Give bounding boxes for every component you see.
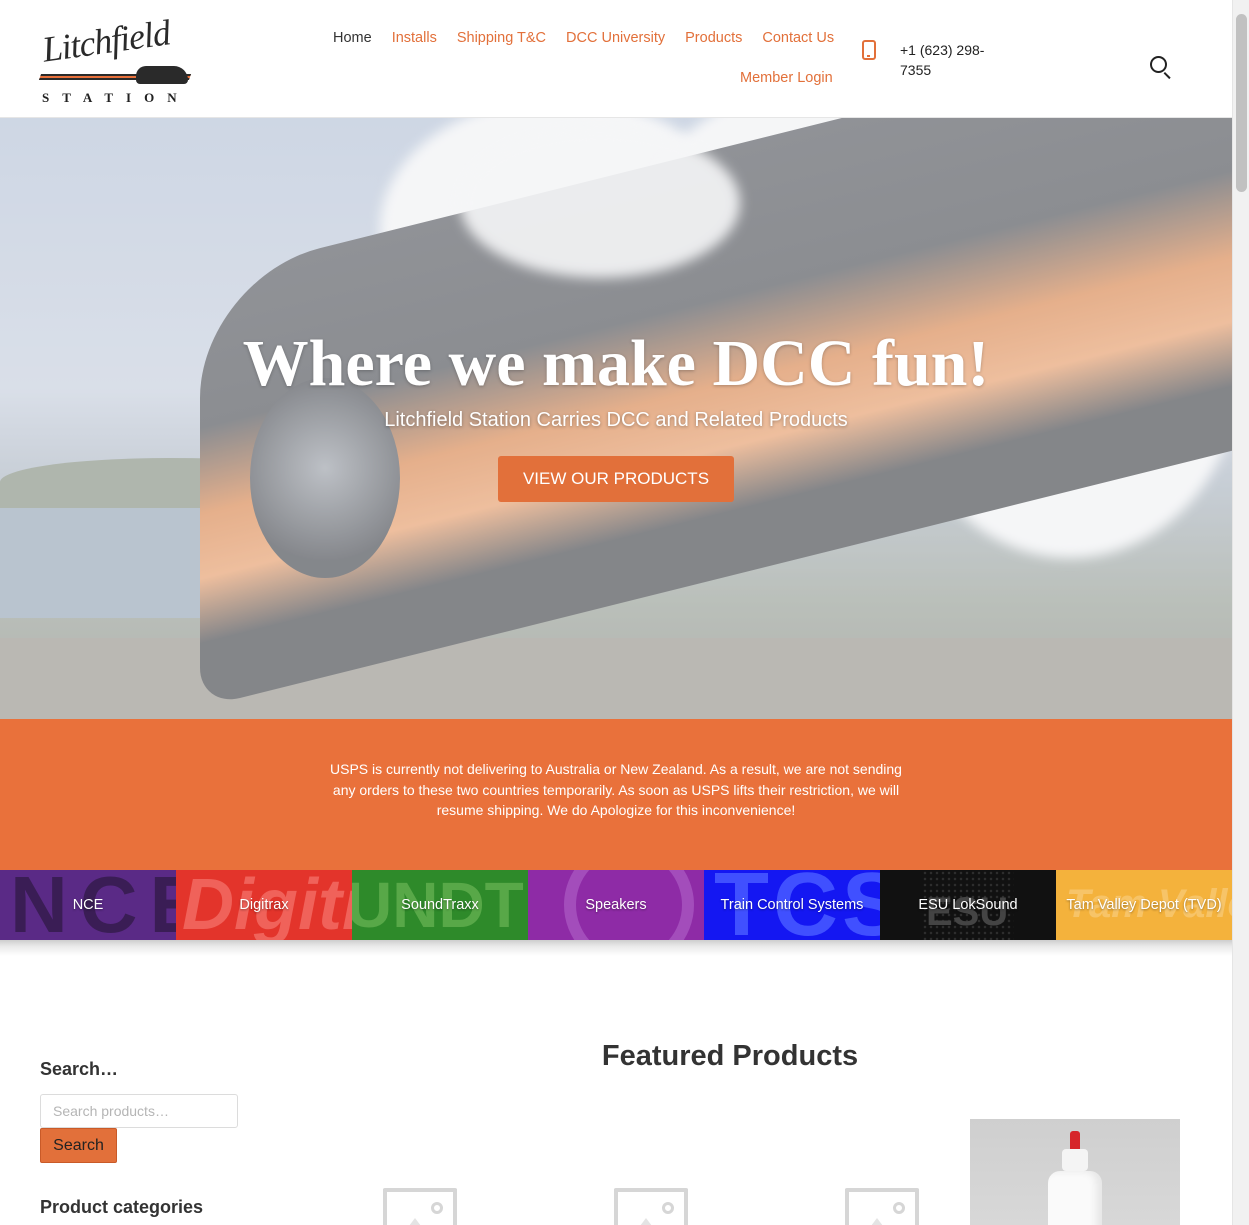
brand-tile-speakers[interactable]: Speakers [528, 870, 704, 940]
brand-tiles: NCE NCE Digitrax Digitrax UNDTRAX SoundT… [0, 870, 1232, 940]
product-search-input[interactable] [40, 1094, 238, 1128]
site-header: Litchfield STATION Home Installs Shippin… [0, 0, 1232, 118]
hero-subtitle: Litchfield Station Carries DCC and Relat… [384, 409, 848, 431]
brand-tile-nce[interactable]: NCE NCE [0, 870, 176, 940]
search-icon-handle [1163, 72, 1171, 80]
nav-dcc-university[interactable]: DCC University [566, 28, 665, 50]
scrollbar-thumb[interactable] [1236, 14, 1247, 192]
page-scrollbar[interactable] [1232, 0, 1249, 1225]
nav-contact[interactable]: Contact Us [762, 28, 834, 50]
brand-label: Train Control Systems [720, 897, 864, 913]
hero-title: Where we make DCC fun! [242, 327, 990, 400]
header-search-button[interactable] [1150, 56, 1174, 80]
view-products-button[interactable]: VIEW OUR PRODUCTS [498, 456, 734, 502]
image-placeholder-icon [845, 1188, 919, 1225]
brand-tile-tcs[interactable]: TCS Train Control Systems [704, 870, 880, 940]
product-search-button[interactable]: Search [40, 1128, 117, 1163]
featured-products-title: Featured Products [601, 1040, 859, 1072]
product-card[interactable] [537, 1118, 749, 1225]
logo-locomotive [136, 66, 188, 84]
brand-label: ESU LokSound [918, 897, 1018, 913]
bottle-cap [1070, 1131, 1080, 1149]
brand-tile-tam-valley-depot[interactable]: Tam Valley Tam Valley Depot (TVD) [1056, 870, 1232, 940]
nav-products[interactable]: Products [685, 28, 742, 50]
phone-number: +1 (623) 298-7355 [900, 42, 985, 78]
site-logo[interactable]: Litchfield STATION [38, 12, 192, 106]
image-placeholder-icon [383, 1188, 457, 1225]
nav-member-login[interactable]: Member Login [740, 68, 833, 88]
nav-installs[interactable]: Installs [392, 28, 437, 50]
product-categories-title: Product categories [40, 1197, 204, 1217]
mobile-phone-icon [862, 40, 876, 60]
brand-label: Digitrax [239, 897, 289, 913]
product-card[interactable] [768, 1118, 980, 1225]
brand-label: Speakers [585, 897, 647, 913]
search-icon [1150, 56, 1167, 73]
bottle-neck [1062, 1149, 1088, 1171]
brand-tile-soundtraxx[interactable]: UNDTRAX SoundTraxx [352, 870, 528, 940]
product-card-bottle[interactable] [970, 1119, 1180, 1225]
shipping-notice: USPS is currently not delivering to Aust… [0, 719, 1232, 870]
image-placeholder-icon [614, 1188, 688, 1225]
shipping-notice-text: USPS is currently not delivering to Aust… [330, 761, 902, 818]
brand-label: Tam Valley Depot (TVD) [1066, 897, 1222, 913]
brand-label: NCE [72, 897, 104, 913]
search-widget-title: Search… [40, 1059, 119, 1079]
torn-edge-divider [0, 940, 1232, 956]
main-nav: Home Installs Shipping T&C DCC Universit… [333, 28, 843, 86]
brand-label: SoundTraxx [401, 897, 479, 913]
nav-shipping[interactable]: Shipping T&C [457, 28, 546, 50]
hero-banner: Where we make DCC fun! Litchfield Statio… [0, 118, 1232, 719]
logo-station-text: STATION [42, 90, 190, 105]
nav-home[interactable]: Home [333, 28, 372, 50]
sidebar: Search… Search Product categories [40, 1056, 260, 1218]
product-card[interactable] [306, 1118, 518, 1225]
page: Litchfield STATION Home Installs Shippin… [0, 0, 1232, 1225]
brand-tile-digitrax[interactable]: Digitrax Digitrax [176, 870, 352, 940]
logo-wordmark: Litchfield [39, 12, 173, 70]
brand-tile-esu-loksound[interactable]: ESU ESU LokSound [880, 870, 1056, 940]
bottle-body [1048, 1171, 1102, 1225]
